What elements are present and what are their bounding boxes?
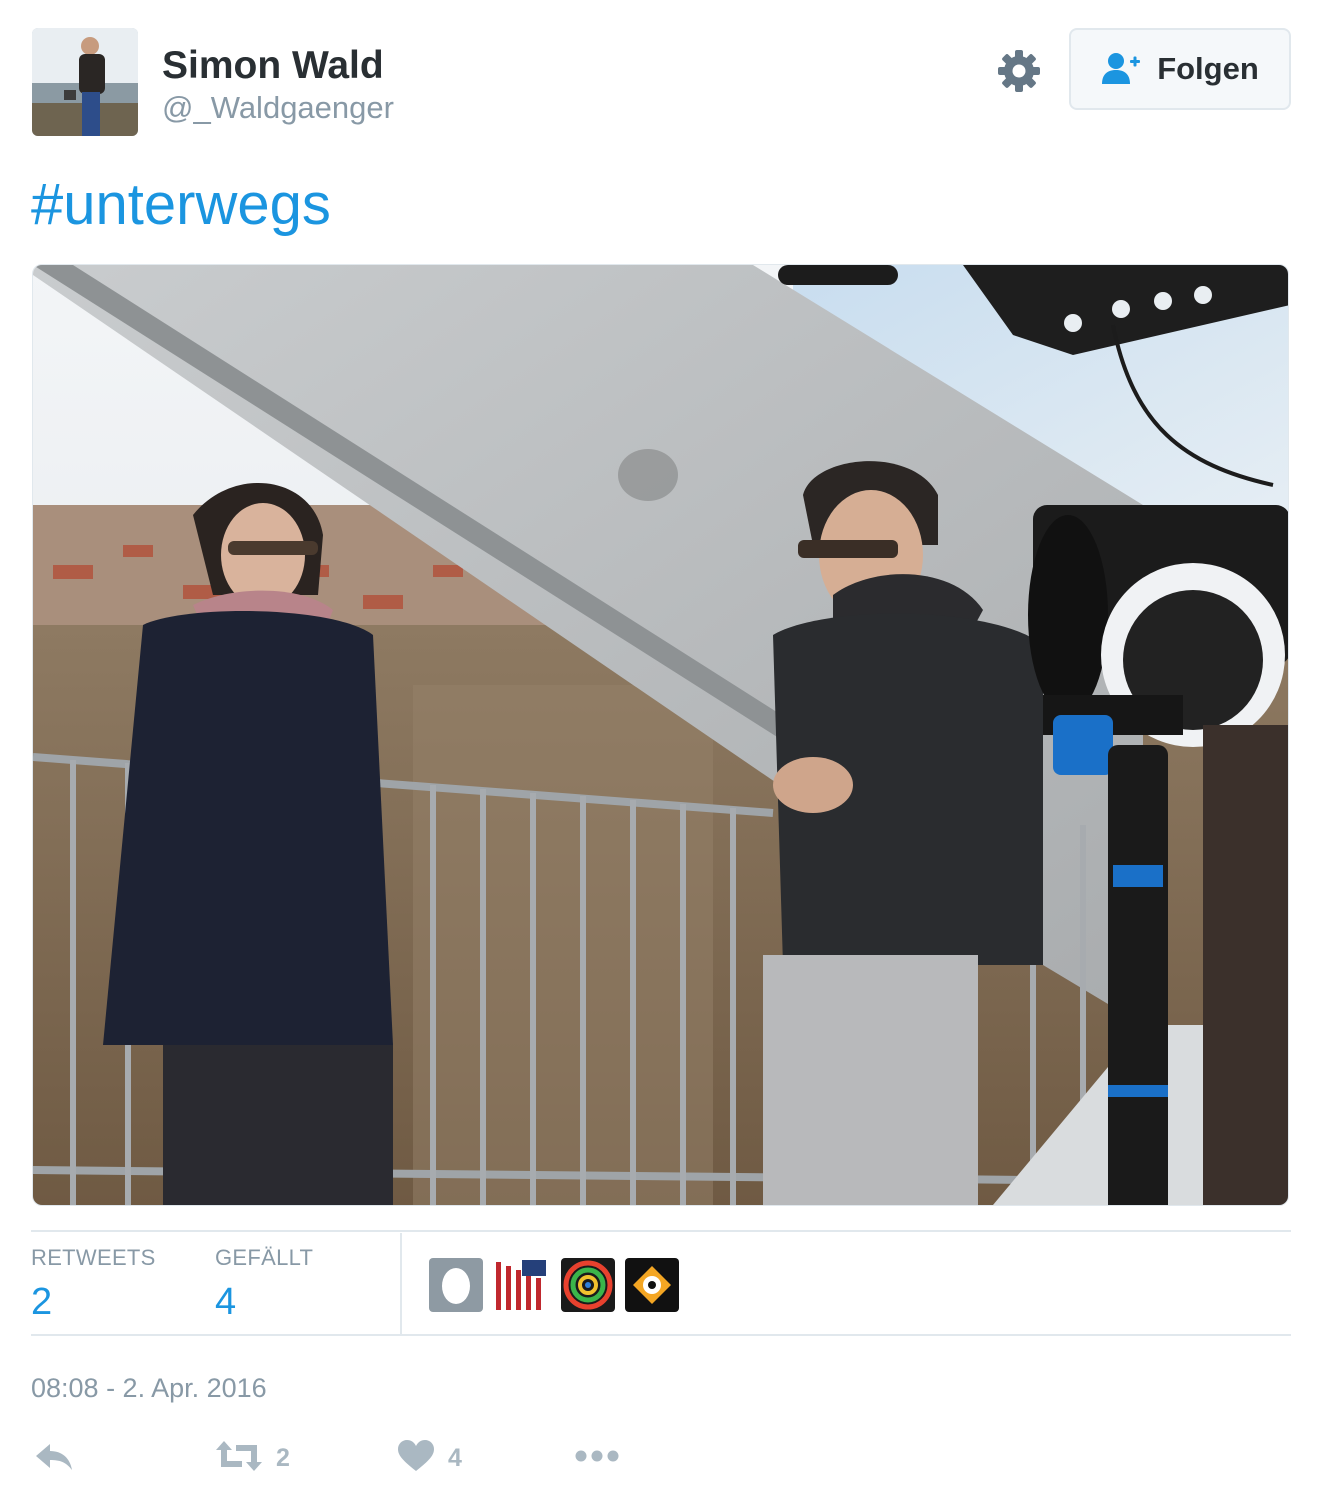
like-action-count: 4 [448,1443,462,1472]
hashtag-link[interactable]: #unterwegs [31,172,331,237]
reply-icon [34,1440,74,1477]
tweet-photo[interactable] [32,264,1289,1206]
retweet-button[interactable]: 2 [216,1436,290,1480]
follow-label: Folgen [1157,51,1259,86]
stats-top-divider [31,1230,1291,1232]
likes-stat[interactable]: GEFÄLLT 4 [215,1244,313,1326]
author-handle[interactable]: @_Waldgaenger [162,90,394,126]
follow-button[interactable]: Folgen [1069,28,1291,110]
tweet-text: #unterwegs [31,170,331,240]
tweet-timestamp[interactable]: 08:08 - 2. Apr. 2016 [31,1370,267,1406]
retweets-stat[interactable]: RETWEETS 2 [31,1244,156,1326]
heart-icon [398,1439,434,1477]
liker-avatar-flag[interactable] [494,1258,548,1312]
stats-bottom-divider [31,1334,1291,1336]
stats-vertical-divider [400,1233,402,1336]
retweets-label: RETWEETS [31,1245,156,1270]
retweet-icon [216,1439,262,1478]
like-button[interactable]: 4 [398,1436,462,1480]
more-dots-icon [575,1449,619,1468]
author-name[interactable]: Simon Wald [162,42,384,90]
likes-count: 4 [215,1281,237,1323]
liker-avatar-eye[interactable] [625,1258,679,1312]
liker-avatar-egg[interactable] [429,1258,483,1312]
retweets-count: 2 [31,1281,53,1323]
author-avatar[interactable] [32,28,138,136]
add-person-icon [1101,52,1143,86]
likes-label: GEFÄLLT [215,1245,314,1270]
retweet-action-count: 2 [276,1443,290,1472]
gear-icon[interactable] [996,48,1042,94]
liker-avatar-spiral[interactable] [561,1258,615,1312]
reply-button[interactable] [34,1436,74,1480]
more-button[interactable] [575,1436,619,1480]
